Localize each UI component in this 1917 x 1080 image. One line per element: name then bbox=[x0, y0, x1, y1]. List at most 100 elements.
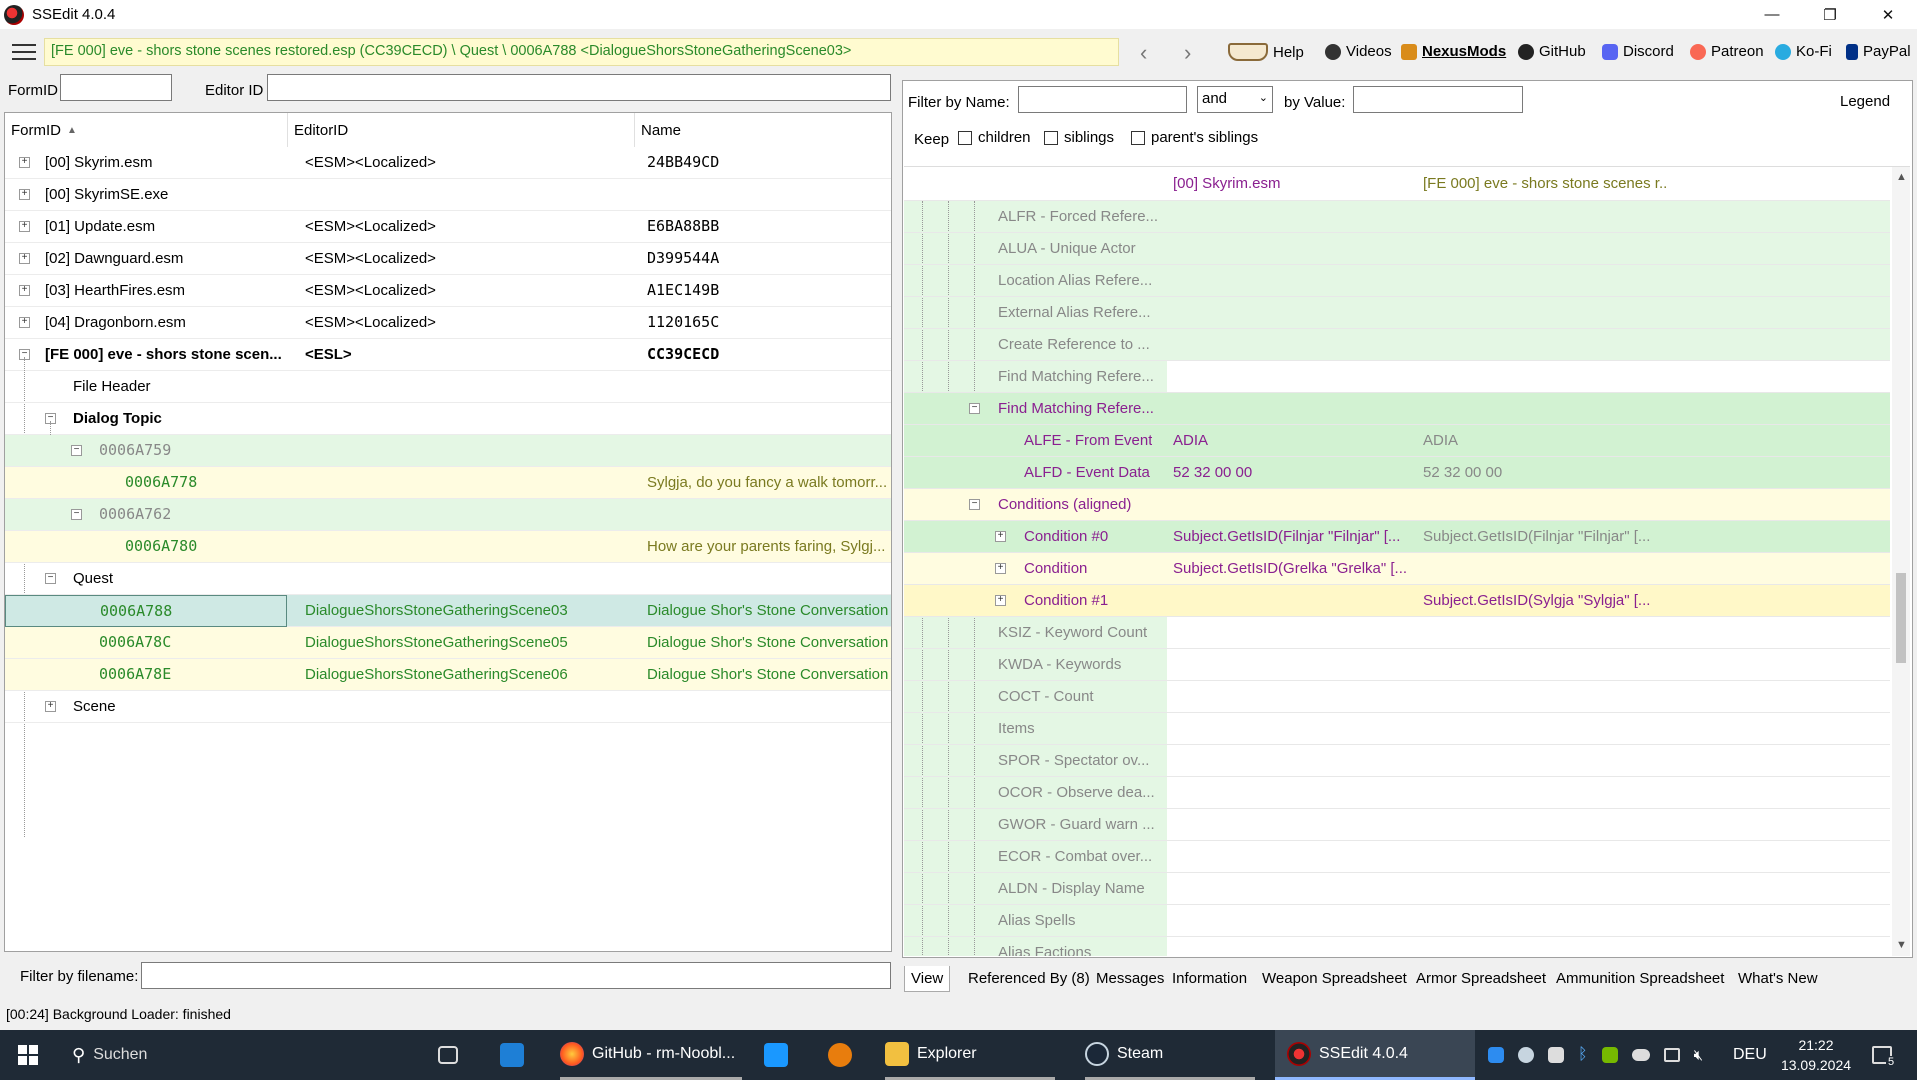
prime-video-app[interactable] bbox=[764, 1030, 788, 1080]
tab-information[interactable]: Information bbox=[1166, 966, 1253, 992]
field-row[interactable]: ALUA - Unique Actor bbox=[904, 233, 1890, 265]
taskbar-ssedit[interactable]: SSEdit 4.0.4 bbox=[1275, 1030, 1475, 1080]
forward-button[interactable]: › bbox=[1184, 40, 1191, 66]
field-row[interactable]: − Conditions (aligned) bbox=[904, 489, 1890, 521]
field-row[interactable]: KWDA - Keywords bbox=[904, 649, 1890, 681]
field-row[interactable]: ALFE - From Event ADIA ADIA bbox=[904, 425, 1890, 457]
filter-operator-select[interactable]: and ⌄ bbox=[1197, 86, 1273, 113]
bluetooth-icon[interactable]: ᛒ bbox=[1578, 1046, 1588, 1064]
kofi-link[interactable]: Ko-Fi bbox=[1775, 43, 1832, 60]
formid-input[interactable] bbox=[60, 74, 172, 101]
shield-icon[interactable] bbox=[1548, 1047, 1564, 1063]
collapse-icon[interactable]: − bbox=[969, 403, 980, 414]
tree-row[interactable]: − 0006A759 bbox=[5, 435, 891, 467]
menu-icon[interactable] bbox=[12, 44, 36, 60]
task-view-button[interactable] bbox=[438, 1030, 458, 1080]
steam-tray-icon[interactable] bbox=[1518, 1047, 1534, 1063]
tree-row-selected[interactable]: 0006A788 DialogueShorsStoneGatheringScen… bbox=[5, 595, 891, 627]
field-row[interactable]: + Condition #1 Subject.GetIsID(Sylgja "S… bbox=[904, 585, 1890, 617]
record-view-grid[interactable]: [00] Skyrim.esm [FE 000] eve - shors sto… bbox=[904, 166, 1910, 956]
videos-link[interactable]: Videos bbox=[1325, 43, 1392, 60]
tab-referenced-by[interactable]: Referenced By (8) bbox=[962, 966, 1096, 992]
taskbar-firefox[interactable]: GitHub - rm-Noobl... bbox=[560, 1030, 742, 1080]
tree-row[interactable]: + [00] SkyrimSE.exe bbox=[5, 179, 891, 211]
expand-icon[interactable]: + bbox=[995, 595, 1006, 606]
field-row[interactable]: ALFD - Event Data 52 32 00 00 52 32 00 0… bbox=[904, 457, 1890, 489]
volume-muted-icon[interactable]: 🔇︎ bbox=[1694, 1047, 1703, 1064]
filter-name-input[interactable] bbox=[1018, 86, 1187, 113]
github-link[interactable]: GitHub bbox=[1518, 43, 1586, 60]
close-button[interactable]: ✕ bbox=[1859, 0, 1917, 29]
tree-row[interactable]: File Header bbox=[5, 371, 891, 403]
field-row[interactable]: ALDN - Display Name bbox=[904, 873, 1890, 905]
network-icon[interactable] bbox=[1663, 1048, 1680, 1062]
record-tree[interactable]: FormID ▲ EditorID Name + [00] Skyrim.esm… bbox=[4, 112, 892, 952]
field-row[interactable]: SPOR - Spectator ov... bbox=[904, 745, 1890, 777]
field-row[interactable]: Items bbox=[904, 713, 1890, 745]
system-tray[interactable]: ᛒ 🔇︎ bbox=[1488, 1030, 1703, 1080]
record-path[interactable]: [FE 000] eve - shors stone scenes restor… bbox=[44, 38, 1119, 66]
column-header-name[interactable]: Name bbox=[635, 113, 891, 147]
field-row[interactable]: Create Reference to ... bbox=[904, 329, 1890, 361]
field-row[interactable]: Find Matching Refere... bbox=[904, 361, 1890, 393]
tab-view[interactable]: View bbox=[904, 966, 951, 992]
field-row[interactable]: KSIZ - Keyword Count bbox=[904, 617, 1890, 649]
tab-armor-spreadsheet[interactable]: Armor Spreadsheet bbox=[1410, 966, 1552, 992]
field-row[interactable]: + Condition #0 Subject.GetIsID(Filnjar "… bbox=[904, 521, 1890, 553]
expand-icon[interactable]: + bbox=[995, 563, 1006, 574]
taskbar-steam[interactable]: Steam bbox=[1085, 1030, 1255, 1080]
field-row[interactable]: COCT - Count bbox=[904, 681, 1890, 713]
cloud-icon[interactable] bbox=[1631, 1049, 1650, 1061]
tree-row[interactable]: − Quest bbox=[5, 563, 891, 595]
field-row[interactable]: OCOR - Observe dea... bbox=[904, 777, 1890, 809]
field-row[interactable]: Alias Factions bbox=[904, 937, 1890, 956]
tab-ammunition-spreadsheet[interactable]: Ammunition Spreadsheet bbox=[1550, 966, 1730, 992]
column-header-formid[interactable]: FormID ▲ bbox=[5, 113, 288, 147]
field-row[interactable]: − Find Matching Refere... bbox=[904, 393, 1890, 425]
tree-row[interactable]: − 0006A762 bbox=[5, 499, 891, 531]
minimize-button[interactable]: — bbox=[1743, 0, 1801, 29]
taskbar-explorer[interactable]: Explorer bbox=[885, 1030, 1055, 1080]
legend-button[interactable]: Legend bbox=[1840, 93, 1890, 110]
column-header-editorid[interactable]: EditorID bbox=[288, 113, 635, 147]
scroll-down-icon[interactable]: ▼ bbox=[1896, 939, 1907, 951]
scroll-up-icon[interactable]: ▲ bbox=[1896, 171, 1907, 183]
tree-row[interactable]: + [00] Skyrim.esm <ESM><Localized> 24BB4… bbox=[5, 147, 891, 179]
tree-row[interactable]: + [04] Dragonborn.esm <ESM><Localized> 1… bbox=[5, 307, 891, 339]
field-row[interactable]: GWOR - Guard warn ... bbox=[904, 809, 1890, 841]
tree-row[interactable]: − Dialog Topic bbox=[5, 403, 891, 435]
tree-row[interactable]: 0006A778 Sylgja, do you fancy a walk tom… bbox=[5, 467, 891, 499]
field-row[interactable]: ALFR - Forced Refere... bbox=[904, 201, 1890, 233]
blender-app[interactable] bbox=[828, 1030, 852, 1080]
paypal-link[interactable]: PayPal bbox=[1846, 43, 1911, 60]
language-indicator[interactable]: DEU bbox=[1733, 1030, 1767, 1080]
patreon-link[interactable]: Patreon bbox=[1690, 43, 1764, 60]
discord-link[interactable]: Discord bbox=[1602, 43, 1674, 60]
scrollbar-thumb[interactable] bbox=[1896, 573, 1906, 663]
nexusmods-link[interactable]: NexusMods bbox=[1401, 43, 1506, 60]
tree-row[interactable]: + Scene bbox=[5, 691, 891, 723]
collapse-icon[interactable]: − bbox=[969, 499, 980, 510]
tree-row[interactable]: 0006A780 How are your parents faring, Sy… bbox=[5, 531, 891, 563]
mail-app[interactable] bbox=[500, 1030, 524, 1080]
nvidia-icon[interactable] bbox=[1601, 1047, 1618, 1063]
start-button[interactable] bbox=[18, 1030, 38, 1080]
filter-value-input[interactable] bbox=[1353, 86, 1523, 113]
keep-siblings-checkbox[interactable]: siblings bbox=[1044, 129, 1114, 146]
defender-icon[interactable] bbox=[1488, 1047, 1504, 1063]
expand-icon[interactable]: + bbox=[995, 531, 1006, 542]
clock[interactable]: 21:22 13.09.2024 bbox=[1774, 1035, 1858, 1075]
keep-children-checkbox[interactable]: children bbox=[958, 129, 1031, 146]
tree-row[interactable]: + [01] Update.esm <ESM><Localized> E6BA8… bbox=[5, 211, 891, 243]
tree-row[interactable]: + [02] Dawnguard.esm <ESM><Localized> D3… bbox=[5, 243, 891, 275]
maximize-button[interactable]: ❐ bbox=[1801, 0, 1859, 29]
field-row[interactable]: ECOR - Combat over... bbox=[904, 841, 1890, 873]
field-row[interactable]: Alias Spells bbox=[904, 905, 1890, 937]
tree-row[interactable]: + [03] HearthFires.esm <ESM><Localized> … bbox=[5, 275, 891, 307]
keep-parents-siblings-checkbox[interactable]: parent's siblings bbox=[1131, 129, 1258, 146]
tree-row[interactable]: 0006A78E DialogueShorsStoneGatheringScen… bbox=[5, 659, 891, 691]
notification-center[interactable]: 5 bbox=[1872, 1030, 1897, 1080]
back-button[interactable]: ‹ bbox=[1140, 40, 1147, 66]
tab-weapon-spreadsheet[interactable]: Weapon Spreadsheet bbox=[1256, 966, 1413, 992]
field-row[interactable]: External Alias Refere... bbox=[904, 297, 1890, 329]
